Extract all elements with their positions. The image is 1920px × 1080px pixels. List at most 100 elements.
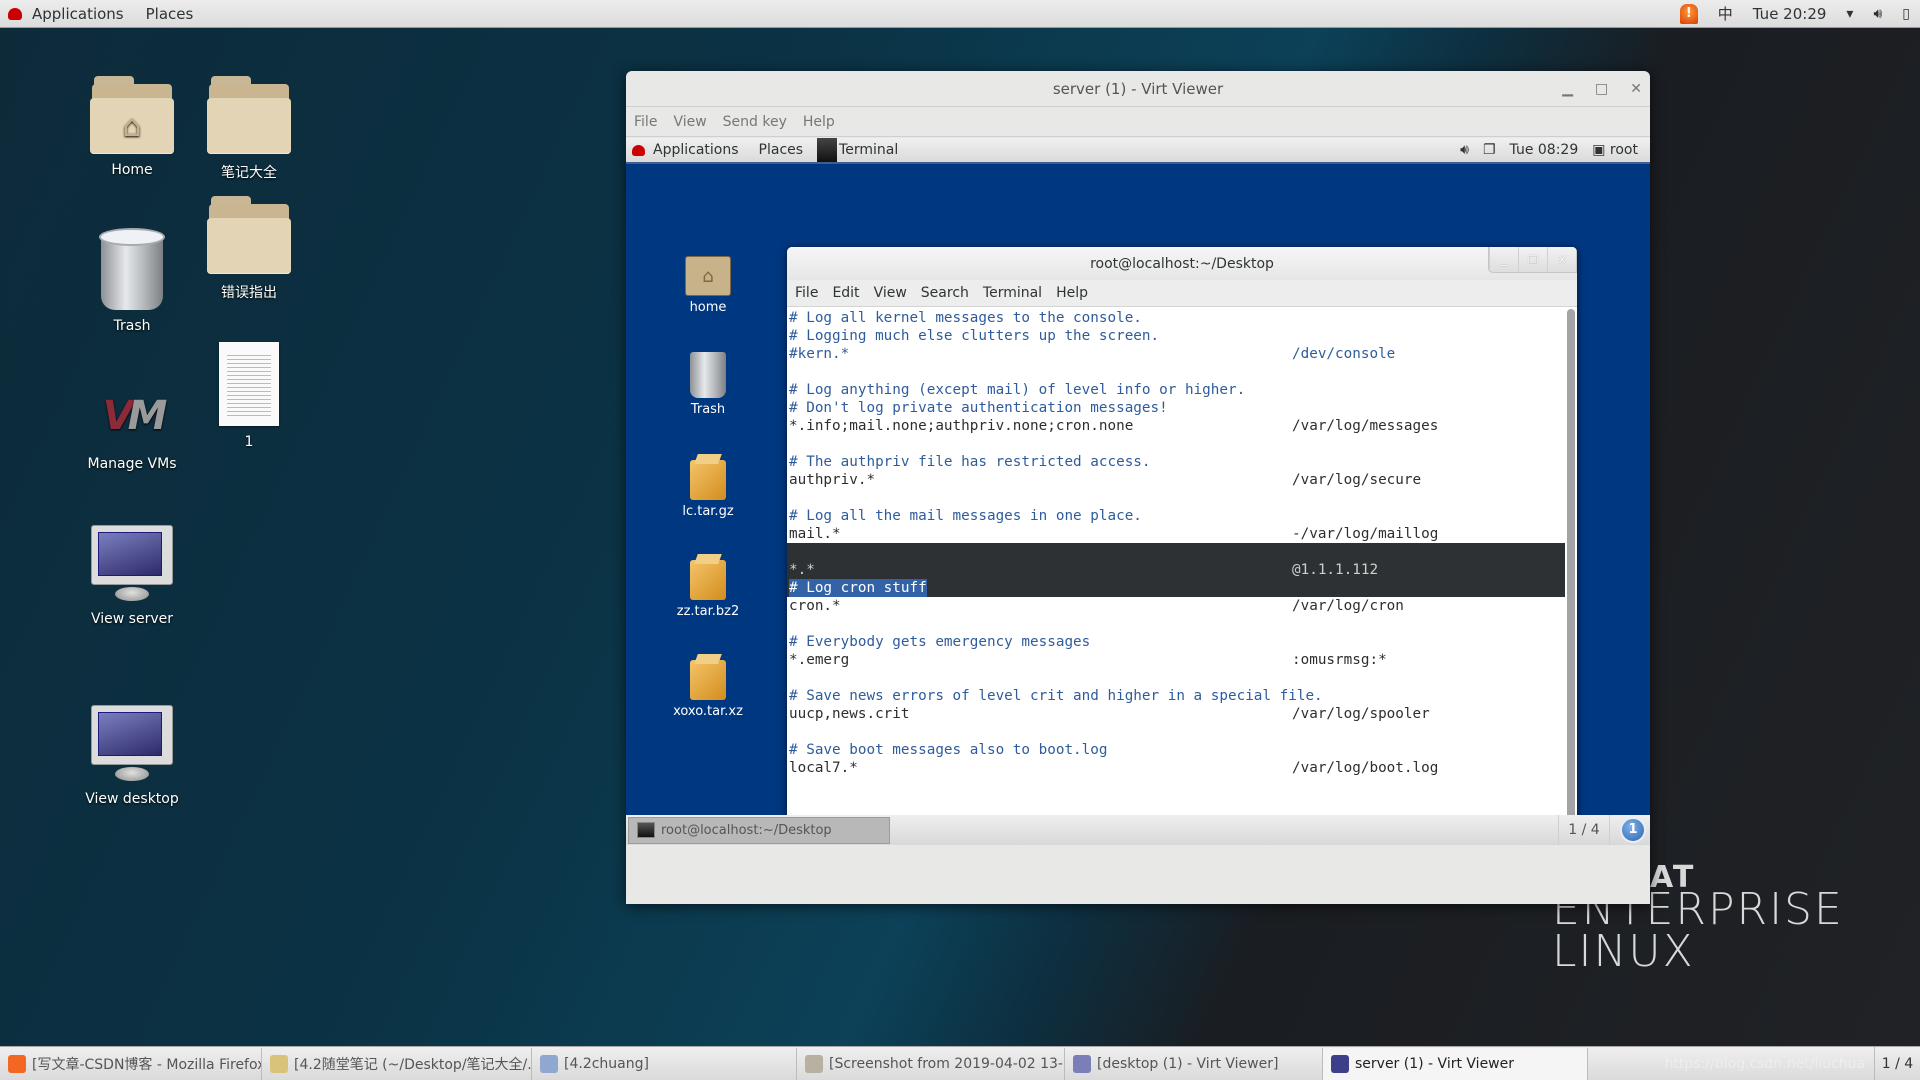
taskbar-item[interactable]: [desktop (1) - Virt Viewer] — [1065, 1047, 1323, 1080]
firefox-icon — [8, 1054, 26, 1073]
terminal-line-text: # Logging much else clutters up the scre… — [789, 328, 1160, 344]
window-titlebar[interactable]: server (1) - Virt Viewer ▁ □ ✕ — [626, 71, 1650, 107]
terminal-menu-terminal[interactable]: Terminal — [983, 285, 1042, 301]
guest-user-menu[interactable]: ▣ root — [1592, 142, 1638, 158]
terminal-text-area[interactable]: # Log all kernel messages to the console… — [787, 307, 1565, 845]
workspace-pager[interactable]: 1 / 4 — [1874, 1046, 1920, 1080]
archive-icon — [690, 660, 726, 700]
terminal-close-button[interactable]: x — [1547, 247, 1576, 272]
alert-icon[interactable]: ! — [1679, 3, 1698, 24]
taskbar-item[interactable]: server (1) - Virt Viewer — [1323, 1047, 1588, 1080]
terminal-menubar: File Edit View Search Terminal Help — [787, 280, 1577, 307]
menu-view[interactable]: View — [673, 114, 706, 130]
guest-icon-zz-tar-bz2[interactable]: zz.tar.bz2 — [658, 560, 758, 619]
taskbar-item-label: [Screenshot from 2019-04-02 13-... — [829, 1055, 1065, 1072]
guest-icon-xoxo-tar-xz[interactable]: xoxo.tar.xz — [658, 660, 758, 719]
vm-logo-icon: VM — [102, 393, 168, 439]
guest-clock[interactable]: Tue 08:29 — [1510, 142, 1579, 158]
volume-icon[interactable]: 🔊︎ — [1460, 142, 1469, 158]
guest-places-menu[interactable]: Places — [759, 142, 804, 158]
document-icon — [219, 342, 279, 426]
terminal-line-target: /var/log/secure — [1292, 472, 1422, 488]
terminal-maximize-button[interactable]: □ — [1518, 247, 1547, 272]
applications-menu[interactable]: Applications — [32, 5, 124, 23]
desktop-icon-label: 笔记大全 — [221, 165, 277, 181]
desktop-icon-errors-folder[interactable]: 错误指出 — [189, 196, 309, 302]
notification-badge[interactable]: 1 — [1620, 817, 1646, 843]
workspace-pager[interactable]: 1 / 4 — [1558, 815, 1610, 845]
menu-file[interactable]: File — [634, 114, 657, 130]
places-menu[interactable]: Places — [146, 5, 194, 23]
terminal-line: # Save boot messages also to boot.log — [787, 741, 1565, 759]
network-icon[interactable]: ❐ — [1483, 142, 1496, 158]
terminal-menu-edit[interactable]: Edit — [832, 285, 859, 301]
terminal-line: # Logging much else clutters up the scre… — [787, 327, 1565, 345]
terminal-line-text: *.* — [789, 562, 815, 578]
desktop-icon-label: View server — [91, 611, 173, 627]
terminal-line: # Log all kernel messages to the console… — [787, 309, 1565, 327]
redhat-logo-icon — [632, 144, 645, 156]
volume-icon[interactable]: 🔊︎ — [1873, 6, 1882, 22]
guest-terminal-app-button[interactable]: Terminal — [817, 138, 898, 163]
terminal-menu-file[interactable]: File — [795, 285, 818, 301]
menu-help[interactable]: Help — [803, 114, 835, 130]
guest-bottom-bar: root@localhost:~/Desktop 1 / 4 1 — [626, 815, 1650, 845]
terminal-line-text: uucp,news.crit — [789, 706, 910, 722]
terminal-menu-view[interactable]: View — [874, 285, 907, 301]
guest-icon-label: Trash — [690, 402, 726, 417]
input-method-indicator[interactable]: 中 — [1718, 3, 1733, 24]
desktop-icon-label: 1 — [244, 434, 254, 450]
taskbar-item[interactable]: [4.2chuang] — [532, 1047, 797, 1080]
guest-display[interactable]: Applications Places Terminal 🔊︎ ❐ Tue 08… — [626, 138, 1650, 845]
guest-applications-menu[interactable]: Applications — [653, 142, 739, 158]
taskbar-item-label: [desktop (1) - Virt Viewer] — [1097, 1055, 1279, 1072]
file-cabinet-icon — [540, 1054, 558, 1073]
battery-icon[interactable]: ▯ — [1902, 6, 1910, 22]
clock[interactable]: Tue 20:29 — [1753, 5, 1827, 23]
branding-line-3: LINUX — [1552, 926, 1695, 977]
desktop-icon-document[interactable]: 1 — [189, 342, 309, 450]
terminal-window: root@localhost:~/Desktop _ □ x File Edit… — [787, 247, 1577, 845]
terminal-titlebar[interactable]: root@localhost:~/Desktop _ □ x — [787, 247, 1577, 280]
guest-icon-lc-tar-gz[interactable]: lc.tar.gz — [658, 460, 758, 519]
taskbar-item[interactable]: [4.2随堂笔记 (~/Desktop/笔记大全/... — [262, 1047, 532, 1080]
wifi-icon[interactable]: ▾ — [1846, 6, 1853, 22]
archive-icon — [690, 560, 726, 600]
screenshot-icon — [805, 1054, 823, 1073]
monitor-icon — [91, 705, 173, 783]
desktop-icon-view-server[interactable]: View server — [72, 525, 192, 627]
desktop-icon-notes-folder[interactable]: 笔记大全 — [189, 76, 309, 182]
terminal-line-text: # Log all kernel messages to the console… — [789, 310, 1142, 326]
terminal-line-text: authpriv.* — [789, 472, 876, 488]
desktop-icon-manage-vms[interactable]: VM Manage VMs — [72, 396, 192, 472]
terminal-menu-help[interactable]: Help — [1056, 285, 1088, 301]
maximize-button[interactable]: □ — [1595, 81, 1608, 97]
guest-icon-trash[interactable]: Trash — [658, 352, 758, 417]
terminal-line: local7.* /var/log/boot.log — [787, 759, 1565, 777]
close-button[interactable]: ✕ — [1630, 81, 1642, 97]
terminal-minimize-button[interactable]: _ — [1489, 247, 1518, 272]
minimize-button[interactable]: ▁ — [1562, 81, 1573, 97]
taskbar-item[interactable]: [写文章-CSDN博客 - Mozilla Firefox] — [0, 1047, 262, 1080]
desktop-icon-home[interactable]: ⌂ Home — [72, 76, 192, 178]
home-folder-icon: ⌂ — [90, 76, 174, 154]
guest-icon-home[interactable]: ⌂ home — [658, 256, 758, 315]
terminal-line: authpriv.* /var/log/secure — [787, 471, 1565, 489]
terminal-scrollbar[interactable] — [1567, 309, 1575, 845]
terminal-menu-search[interactable]: Search — [921, 285, 969, 301]
guest-taskbar-terminal[interactable]: root@localhost:~/Desktop — [628, 816, 890, 844]
guest-icon-label: zz.tar.bz2 — [676, 604, 740, 619]
desktop-icon-trash[interactable]: Trash — [72, 228, 192, 334]
virt-viewer-menubar: File View Send key Help — [626, 107, 1650, 137]
taskbar-item[interactable]: [Screenshot from 2019-04-02 13-... — [797, 1047, 1065, 1080]
host-top-bar: Applications Places ! 中 Tue 20:29 ▾ 🔊︎ ▯ — [0, 0, 1920, 28]
desktop-icon-view-desktop[interactable]: View desktop — [72, 705, 192, 807]
archive-icon — [690, 460, 726, 500]
taskbar-item-label: server (1) - Virt Viewer — [1355, 1055, 1514, 1072]
terminal-line: mail.* -/var/log/maillog — [787, 525, 1565, 543]
menu-send-key[interactable]: Send key — [723, 114, 787, 130]
